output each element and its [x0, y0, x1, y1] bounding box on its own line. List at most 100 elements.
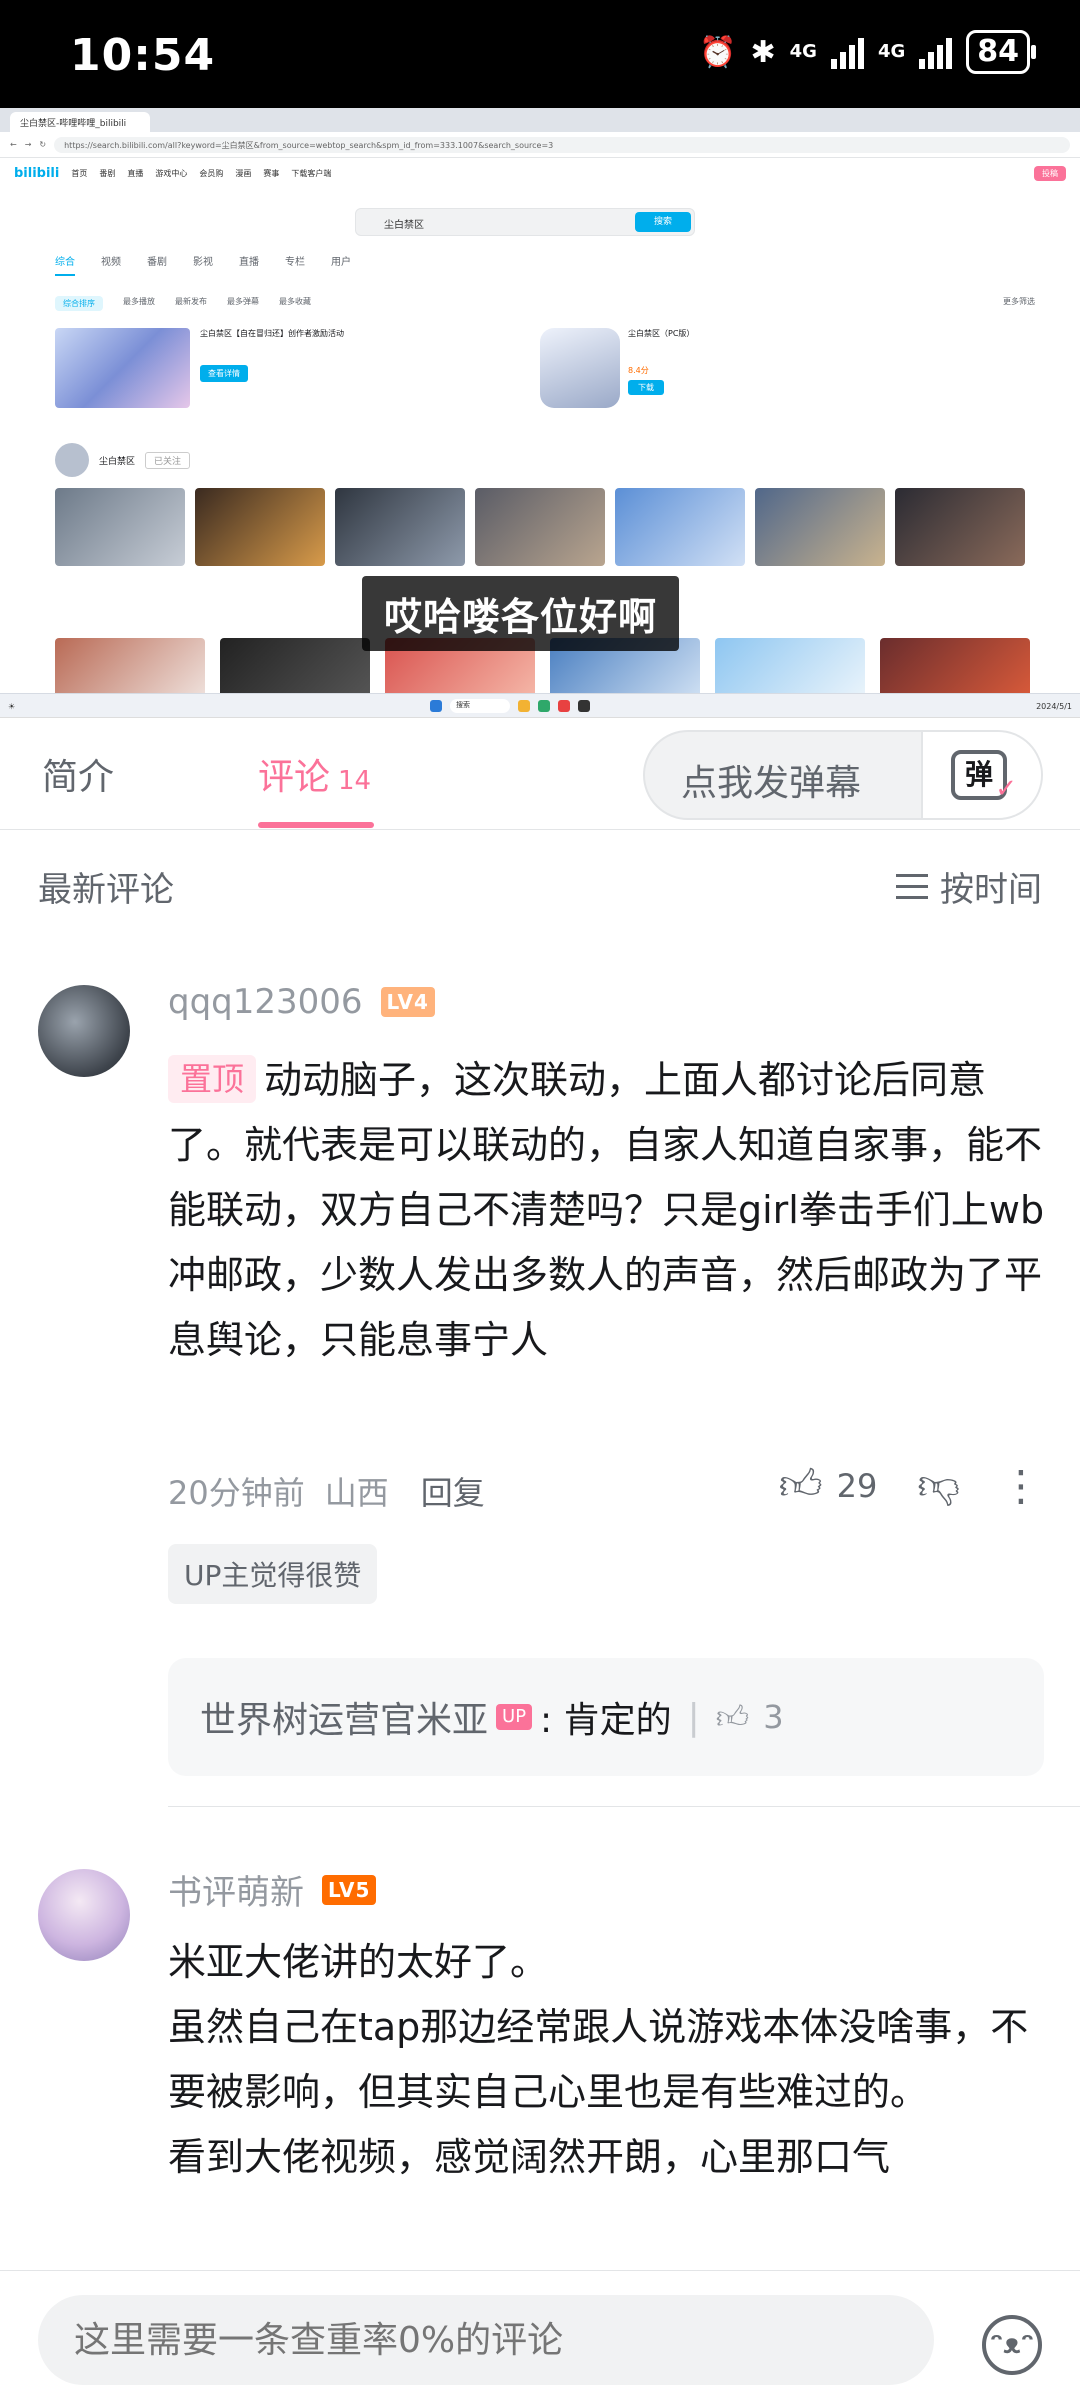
forward-icon: → [24, 140, 32, 149]
battery-indicator: 84 [966, 30, 1036, 74]
bili-video-thumbs [55, 488, 1025, 566]
bili-filter: 最多弹幕 [227, 297, 259, 306]
comment-line: 虽然自己在tap那边经常跟人说游戏本体没啥事，不要被影响，但其实自己心里也是有些… [168, 2005, 1029, 2114]
back-icon: ← [10, 140, 17, 149]
sort-label: 最新评论 [38, 870, 174, 910]
up-tag: UP [496, 1704, 533, 1730]
windows-start-icon [430, 700, 442, 712]
bili-filters: 综合排序 最多播放 最新发布 最多弹幕 最多收藏 [55, 296, 311, 311]
bili-thumb [195, 488, 325, 566]
comment-input[interactable] [38, 2295, 934, 2385]
avatar[interactable] [38, 985, 130, 1077]
comment-actions: 👍︎ 29 👎︎ ⋮ [779, 1460, 1042, 1511]
list-icon [896, 873, 928, 900]
bili-nav-item: 漫画 [235, 168, 252, 178]
like-button[interactable]: 👍︎ 29 [779, 1460, 878, 1511]
sub-reply-like[interactable]: 👍︎ 3 [716, 1698, 784, 1737]
bili-result-tabs: 综合 视频 番剧 影视 直播 专栏 用户 [55, 253, 351, 276]
comment-text-block: 置顶 动动脑子，这次联动，上面人都讨论后同意了。就代表是可以联动的，自家人知道自家… [168, 1048, 1048, 1373]
comment-line: 看到大佬视频，感觉阔然开朗，心里那口气 [168, 2135, 891, 2179]
comment-sort-bar: 最新评论 按时间 [0, 830, 1080, 930]
danmaku-toggle-button[interactable]: 弹 [921, 732, 1041, 818]
emoji-icon[interactable]: ᵔᴥᵔ [982, 2315, 1042, 2375]
danmaku-send-box[interactable]: 点我发弹幕 弹 [643, 730, 1043, 820]
more-options-icon[interactable]: ⋮ [1000, 1461, 1042, 1510]
avatar[interactable] [38, 1869, 130, 1961]
bili-thumb [755, 488, 885, 566]
network-type-2: 4G [877, 41, 906, 62]
comment-user: 书评萌新 LV5 [168, 1865, 377, 1914]
status-time: 10:54 [70, 30, 216, 81]
bili-thumb [55, 638, 205, 698]
weather-icon: ☀ [8, 701, 16, 711]
comment-time: 20分钟前 [168, 1474, 305, 1512]
sub-reply-text: : 肯定的 [540, 1700, 672, 1741]
like-count: 29 [836, 1466, 878, 1505]
bili-thumb [715, 638, 865, 698]
comment-input-bar: ᵔᴥᵔ [0, 2270, 1080, 2403]
bili-up-name: 尘白禁区 [99, 456, 136, 467]
bili-thumb [335, 488, 465, 566]
bili-game-title: 尘白禁区（PC版） [628, 329, 695, 338]
bili-nav-item: 下载客户端 [291, 168, 332, 178]
thumbs-up-icon: 👍︎ [715, 1697, 750, 1736]
bili-event-button: 查看详情 [200, 365, 248, 382]
bili-more-filter: 更多筛选 [1003, 297, 1035, 306]
bili-result-tab: 影视 [193, 257, 213, 268]
comment-user: qqq123006 LV4 [168, 982, 435, 1022]
bili-nav-item: 赛事 [263, 168, 280, 178]
bili-nav-item: 会员购 [199, 168, 224, 178]
sort-order-label: 按时间 [940, 870, 1042, 910]
level-badge: LV5 [322, 1874, 377, 1905]
username[interactable]: qqq123006 [168, 982, 363, 1022]
bili-thumb [475, 488, 605, 566]
bili-search-button: 搜索 [635, 212, 691, 232]
bili-search-box: 尘白禁区 搜索 [355, 208, 695, 236]
sub-reply-like-count: 3 [763, 1698, 784, 1736]
bili-up-avatar [55, 443, 89, 477]
video-player[interactable]: 尘白禁区-哔哩哔哩_bilibili ← → ↻ https://search.… [0, 108, 1080, 718]
bili-nav-item: 直播 [127, 168, 144, 178]
bili-game-download: 下载 [628, 380, 664, 395]
username[interactable]: 书评萌新 [168, 1865, 304, 1914]
bili-filter: 综合排序 [55, 296, 103, 311]
sort-order-button[interactable]: 按时间 [896, 862, 1042, 911]
sub-reply[interactable]: 世界树运营官米亚 UP : 肯定的 | 👍︎ 3 [168, 1658, 1044, 1776]
bili-nav-item: 游戏中心 [155, 168, 188, 178]
bili-thumb [895, 488, 1025, 566]
tab-comments-label: 评论 [258, 757, 331, 798]
bili-search-text: 尘白禁区 [384, 220, 424, 231]
bili-thumb [220, 638, 370, 698]
bili-event-title: 尘白禁区【自在冒归还】创作者激励活动 [200, 329, 344, 338]
divider: | [687, 1696, 700, 1738]
reload-icon: ↻ [39, 140, 47, 149]
comment-line: 米亚大佬讲的太好了。 [168, 1940, 549, 1984]
thumbs-down-icon[interactable]: 👎︎ [917, 1460, 960, 1511]
bili-result-tab: 番剧 [147, 257, 167, 268]
pinned-badge: 置顶 [168, 1055, 257, 1103]
browser-tab: 尘白禁区-哔哩哔哩_bilibili [10, 112, 150, 132]
bili-up-row: 尘白禁区 已关注 [55, 443, 191, 477]
video-subtitle: 哎哈喽各位好啊 [362, 576, 680, 651]
desktop-taskbar: ☀ 搜索 2024/5/1 [0, 693, 1080, 717]
sub-reply-user[interactable]: 世界树运营官米亚 [200, 1691, 488, 1743]
bili-upload-button: 投稿 [1034, 165, 1066, 181]
app-icon [578, 700, 590, 712]
bili-game-icon [540, 328, 620, 408]
taskbar-date: 2024/5/1 [1036, 701, 1072, 711]
app-icon [558, 700, 570, 712]
danmaku-icon: 弹 [951, 750, 1017, 810]
tab-comments[interactable]: 评论 14 [258, 748, 371, 800]
danmaku-placeholder: 点我发弹幕 [681, 763, 862, 804]
reply-button[interactable]: 回复 [421, 1468, 485, 1514]
tab-intro[interactable]: 简介 [42, 748, 114, 800]
thumbs-up-icon: 👍︎ [778, 1460, 823, 1509]
tab-active-indicator [258, 822, 374, 828]
alarm-icon: ⏰ [699, 34, 737, 70]
comment-divider [168, 1806, 1080, 1807]
bili-result-tab: 用户 [331, 257, 351, 268]
status-icons: ⏰ ✱ 4G 4G 84 [699, 30, 1036, 74]
bili-result-tab: 综合 [55, 253, 75, 276]
comment-text-block: 米亚大佬讲的太好了。 虽然自己在tap那边经常跟人说游戏本体没啥事，不要被影响，… [168, 1930, 1048, 2190]
comment-meta: 20分钟前 山西 回复 [168, 1468, 485, 1514]
